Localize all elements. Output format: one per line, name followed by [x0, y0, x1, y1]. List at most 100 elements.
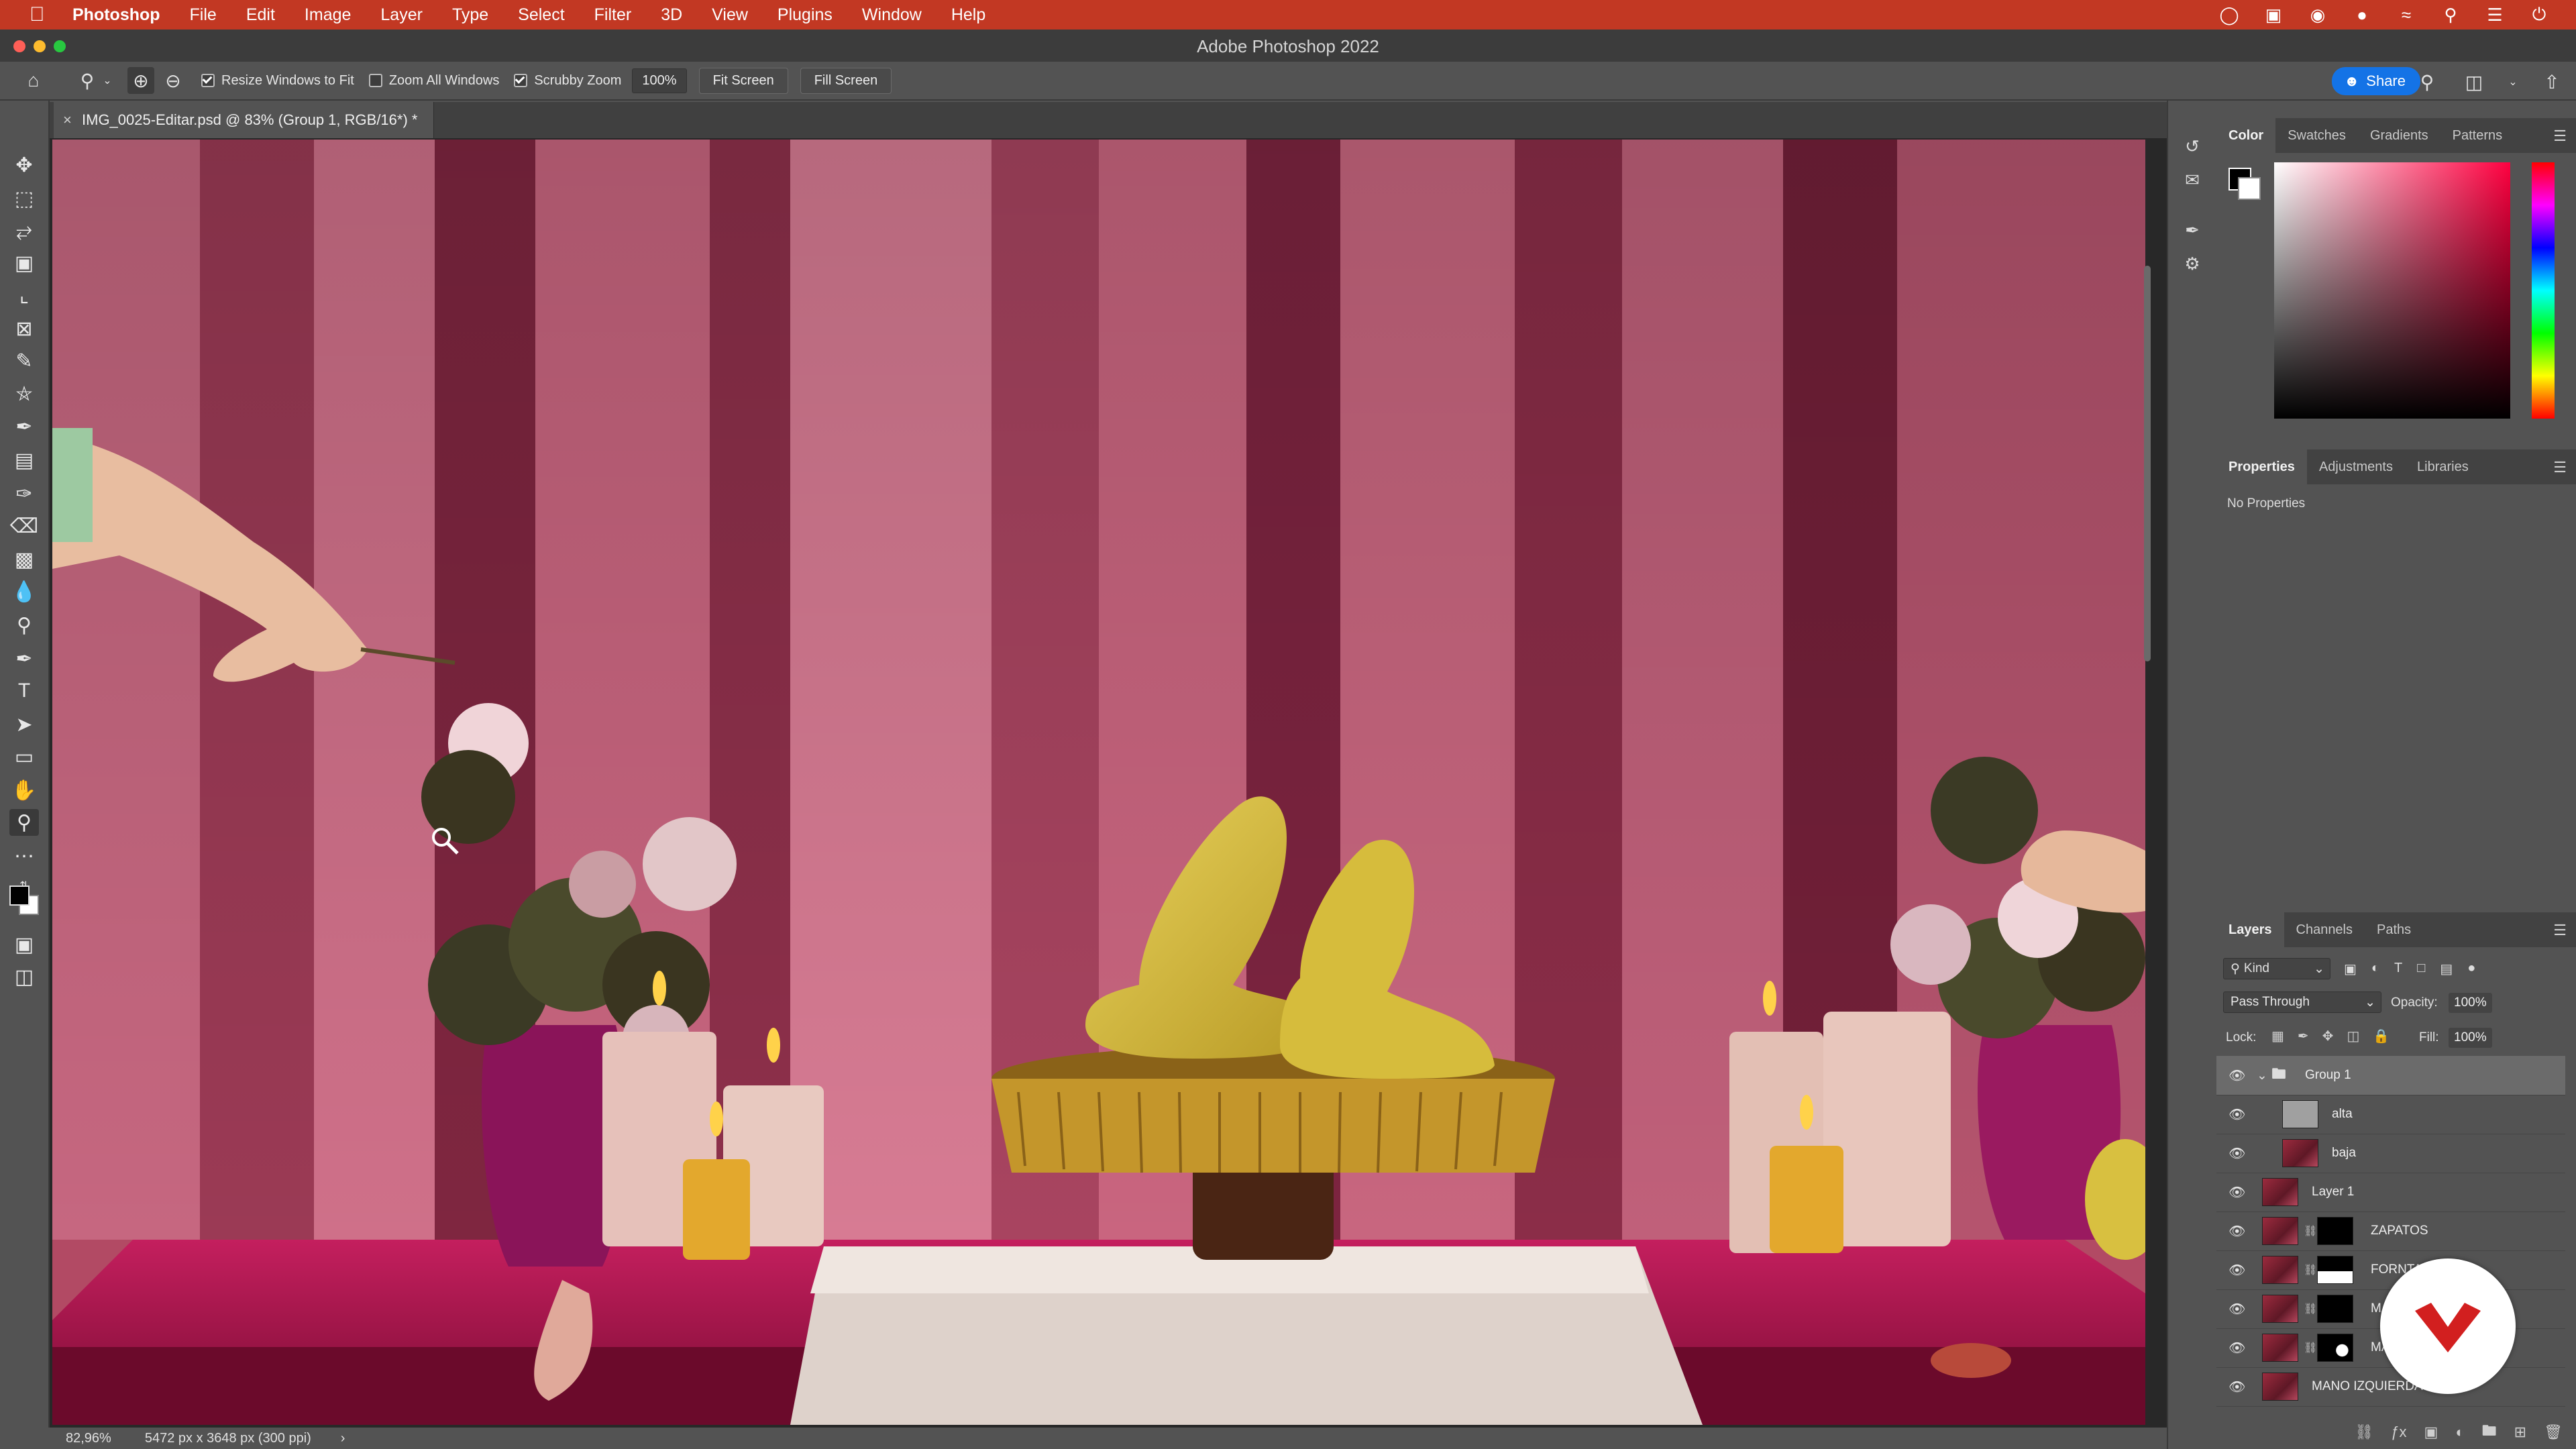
- menu-edit[interactable]: Edit: [246, 5, 275, 25]
- creative-cloud-icon[interactable]: ◯: [2219, 5, 2239, 25]
- search-icon[interactable]: ⚲: [2440, 5, 2461, 25]
- blur-tool-icon[interactable]: 💧: [9, 578, 39, 605]
- menu-window[interactable]: Window: [862, 5, 922, 25]
- menu-image[interactable]: Image: [305, 5, 351, 25]
- adjustment-filter-icon[interactable]: ◐: [2371, 961, 2379, 977]
- resize-windows-checkbox[interactable]: [201, 74, 215, 87]
- workspace-icon[interactable]: ◫: [2461, 68, 2487, 95]
- lock-artboard-icon[interactable]: ◫: [2347, 1028, 2359, 1044]
- panel-menu-icon[interactable]: ☰: [2553, 922, 2567, 939]
- close-tab-icon[interactable]: ×: [63, 111, 72, 129]
- zoom-tool-icon[interactable]: ⚲: [74, 67, 101, 94]
- smart-object-filter-icon[interactable]: ▤: [2440, 961, 2453, 977]
- menu-help[interactable]: Help: [951, 5, 985, 25]
- tab-libraries[interactable]: Libraries: [2405, 449, 2481, 484]
- path-selection-tool-icon[interactable]: ➤: [9, 711, 39, 738]
- eye-icon[interactable]: 👁: [2229, 1184, 2245, 1201]
- eye-icon[interactable]: 👁: [2229, 1340, 2245, 1356]
- layer-mask-thumbnail[interactable]: [2317, 1217, 2353, 1245]
- eye-icon[interactable]: 👁: [2229, 1379, 2245, 1395]
- tab-paths[interactable]: Paths: [2365, 912, 2423, 947]
- panel-menu-icon[interactable]: ☰: [2553, 127, 2567, 145]
- shape-filter-icon[interactable]: □: [2417, 961, 2425, 977]
- trash-icon[interactable]: 🗑: [2544, 1424, 2563, 1441]
- layer-row-group[interactable]: 👁 ⌄ 🖿 Group 1: [2216, 1056, 2565, 1095]
- healing-brush-tool-icon[interactable]: ⛤: [9, 381, 39, 408]
- adjustment-layer-icon[interactable]: ◐: [2455, 1424, 2464, 1441]
- rectangle-tool-icon[interactable]: ▭: [9, 743, 39, 770]
- tab-channels[interactable]: Channels: [2284, 912, 2365, 947]
- layer-mask-thumbnail[interactable]: [2317, 1295, 2353, 1323]
- power-icon[interactable]: ⏻: [2529, 4, 2549, 25]
- new-layer-icon[interactable]: ⊞: [2514, 1424, 2526, 1441]
- quick-mask-icon[interactable]: ▣: [9, 931, 39, 958]
- zoom-level[interactable]: 82,96%: [66, 1431, 111, 1446]
- opacity-field[interactable]: 100%: [2449, 993, 2492, 1013]
- chevron-down-icon[interactable]: ⌄: [2508, 68, 2518, 95]
- pixel-filter-icon[interactable]: ▣: [2344, 961, 2357, 977]
- zoom-tool-icon[interactable]: ⚲: [9, 809, 39, 836]
- record-icon[interactable]: ●: [2352, 5, 2372, 25]
- zoom-percent-field[interactable]: 100%: [632, 68, 687, 93]
- vertical-scrollbar[interactable]: [2144, 266, 2151, 661]
- blend-mode-select[interactable]: Pass Through ⌄: [2223, 991, 2381, 1013]
- home-icon[interactable]: ⌂: [20, 67, 47, 94]
- zoom-all-checkbox[interactable]: [368, 74, 382, 87]
- menu-file[interactable]: File: [190, 5, 217, 25]
- eye-icon[interactable]: 👁: [2229, 1262, 2245, 1279]
- history-brush-tool-icon[interactable]: ✑: [9, 480, 39, 507]
- fit-screen-button[interactable]: Fit Screen: [698, 67, 788, 94]
- eye-icon[interactable]: 👁: [2229, 1106, 2245, 1123]
- menu-3d[interactable]: 3D: [661, 5, 682, 25]
- foreground-color-swatch[interactable]: [9, 885, 30, 906]
- document-tab[interactable]: × IMG_0025-Editar.psd @ 83% (Group 1, RG…: [54, 102, 435, 138]
- eye-icon[interactable]: 👁: [2229, 1223, 2245, 1240]
- menu-view[interactable]: View: [712, 5, 748, 25]
- hand-tool-icon[interactable]: ✋: [9, 777, 39, 804]
- export-icon[interactable]: ⇧: [2538, 68, 2565, 95]
- menu-plugins[interactable]: Plugins: [777, 5, 833, 25]
- control-center-icon[interactable]: ☰: [2485, 5, 2505, 25]
- display-icon[interactable]: ▣: [2263, 5, 2284, 25]
- document-canvas[interactable]: [52, 140, 2145, 1425]
- tab-swatches[interactable]: Swatches: [2275, 118, 2358, 153]
- tab-adjustments[interactable]: Adjustments: [2307, 449, 2405, 484]
- crop-tool-icon[interactable]: ⌞: [9, 282, 39, 309]
- fill-field[interactable]: 100%: [2449, 1028, 2492, 1048]
- chevron-down-icon[interactable]: ⌄: [101, 67, 114, 94]
- layer-row[interactable]: 👁 Layer 1: [2216, 1173, 2565, 1212]
- history-icon[interactable]: ↺: [2180, 134, 2204, 158]
- tab-color[interactable]: Color: [2216, 118, 2276, 153]
- app-menu[interactable]: Photoshop: [72, 5, 160, 25]
- tab-properties[interactable]: Properties: [2216, 449, 2307, 484]
- lock-transparent-icon[interactable]: ▦: [2271, 1028, 2284, 1044]
- layer-mask-thumbnail[interactable]: [2317, 1334, 2353, 1362]
- layer-mask-thumbnail[interactable]: [2317, 1256, 2353, 1284]
- adjustment-sliders-icon[interactable]: ⚙: [2180, 252, 2204, 276]
- lock-all-icon[interactable]: 🔒: [2373, 1028, 2390, 1044]
- lock-pixels-icon[interactable]: ✒: [2298, 1028, 2309, 1044]
- filter-toggle-icon[interactable]: ●: [2467, 961, 2475, 977]
- zoom-in-icon[interactable]: ⊕: [127, 67, 154, 94]
- frame-tool-icon[interactable]: ⊠: [9, 315, 39, 342]
- apple-menu-icon[interactable]: : [30, 3, 48, 26]
- color-picker-field[interactable]: [2274, 162, 2510, 419]
- comments-icon[interactable]: ✉: [2180, 168, 2204, 192]
- chevron-down-icon[interactable]: ⌄: [2257, 1068, 2267, 1083]
- menu-type[interactable]: Type: [452, 5, 488, 25]
- zoom-all-option[interactable]: Zoom All Windows: [368, 73, 499, 89]
- object-selection-tool-icon[interactable]: ▣: [9, 250, 39, 276]
- vpn-icon[interactable]: ◉: [2308, 5, 2328, 25]
- hue-slider[interactable]: [2532, 162, 2555, 419]
- eye-icon[interactable]: 👁: [2229, 1145, 2245, 1162]
- layer-filter-kind[interactable]: ⚲ Kind ⌄: [2223, 958, 2330, 979]
- scrubby-zoom-option[interactable]: Scrubby Zoom: [514, 73, 621, 89]
- scrubby-zoom-checkbox[interactable]: [514, 74, 528, 87]
- resize-windows-option[interactable]: Resize Windows to Fit: [201, 73, 354, 89]
- link-icon[interactable]: ⛓: [2304, 1341, 2317, 1354]
- clone-stamp-tool-icon[interactable]: ▤: [9, 447, 39, 474]
- screen-mode-icon[interactable]: ◫: [9, 963, 39, 990]
- menu-filter[interactable]: Filter: [594, 5, 632, 25]
- brush-tool-icon[interactable]: ✒: [9, 413, 39, 440]
- link-layers-icon[interactable]: ⛓: [2355, 1424, 2373, 1441]
